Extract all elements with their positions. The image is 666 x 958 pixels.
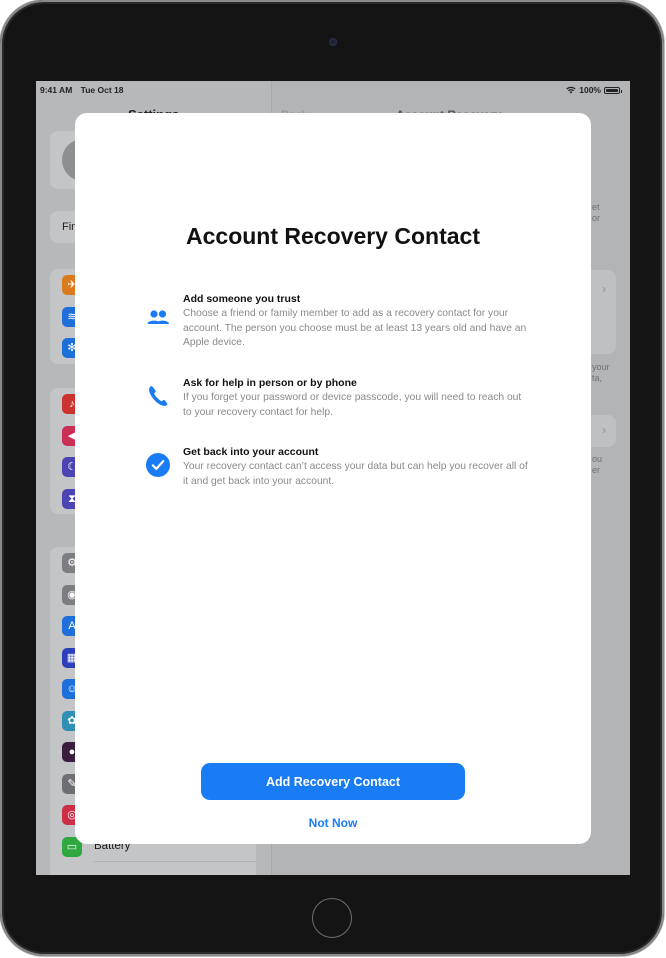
feature-title: Add someone you trust — [183, 293, 301, 305]
detail-text-fragment: or — [592, 213, 601, 223]
battery-status-icon — [604, 86, 622, 94]
detail-text-fragment: er — [592, 465, 601, 475]
account-recovery-modal: Account Recovery Contact Add someone you… — [75, 113, 591, 844]
screen: Settings Fin ✈ ≋ ✻ — [36, 81, 630, 875]
add-recovery-contact-button[interactable]: Add Recovery Contact — [201, 763, 465, 800]
feature-description: Choose a friend or family member to add … — [183, 308, 527, 349]
feature-title: Ask for help in person or by phone — [183, 377, 357, 389]
status-time: 9:41 AM — [40, 85, 73, 95]
chevron-right-icon: › — [602, 282, 606, 296]
feature-description: Your recovery contact can’t access your … — [183, 461, 528, 487]
checkmark-circle-icon — [146, 453, 170, 477]
home-button[interactable] — [312, 898, 352, 938]
divider — [94, 861, 256, 862]
detail-text-fragment: your — [592, 362, 610, 372]
not-now-button[interactable]: Not Now — [271, 813, 395, 833]
detail-text-fragment: et — [592, 202, 600, 212]
front-camera — [329, 38, 337, 46]
wifi-status-icon — [566, 86, 576, 94]
status-bar: 9:41 AM Tue Oct 18 100% — [36, 81, 630, 99]
feature-description: If you forget your password or device pa… — [183, 392, 522, 418]
detail-text-fragment: ou — [592, 454, 603, 464]
status-date: Tue Oct 18 — [80, 85, 124, 95]
modal-title: Account Recovery Contact — [186, 223, 480, 249]
chevron-right-icon: › — [602, 423, 606, 437]
ipad-frame: Settings Fin ✈ ≋ ✻ — [0, 0, 664, 956]
phone-icon — [149, 386, 168, 406]
battery-percent: 100% — [579, 85, 601, 95]
people-icon — [147, 310, 169, 324]
feature-title: Get back into your account — [183, 446, 319, 458]
detail-text-fragment: ta, — [592, 373, 603, 383]
